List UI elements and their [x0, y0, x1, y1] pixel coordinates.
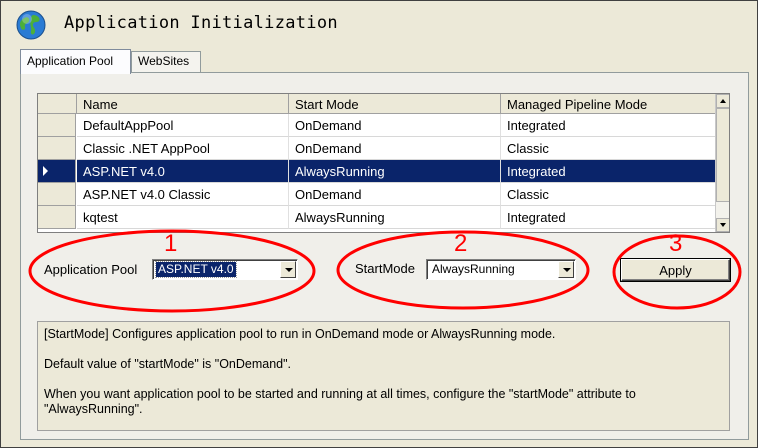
globe-icon	[16, 10, 46, 40]
application-pool-label: Application Pool	[44, 262, 138, 277]
row-header[interactable]	[38, 114, 76, 137]
startmode-label: StartMode	[355, 261, 415, 276]
window-header: Application Initialization	[1, 1, 757, 45]
table-row[interactable]: kqtest AlwaysRunning Integrated	[38, 206, 716, 229]
scroll-thumb[interactable]	[716, 108, 729, 202]
grid-vertical-scrollbar[interactable]	[715, 94, 729, 232]
cell-pipeline: Integrated	[501, 160, 716, 183]
startmode-select-value: AlwaysRunning	[432, 262, 515, 276]
column-header-name[interactable]: Name	[77, 94, 289, 114]
table-row-selected[interactable]: ASP.NET v4.0 AlwaysRunning Integrated	[38, 160, 716, 183]
chevron-down-icon	[285, 268, 293, 272]
column-header-start-mode[interactable]: Start Mode	[289, 94, 501, 114]
row-header[interactable]	[38, 183, 76, 206]
app-pool-grid[interactable]: Name Start Mode Managed Pipeline Mode De…	[37, 93, 730, 233]
row-header-corner	[38, 94, 77, 114]
arrow-down-icon	[720, 223, 726, 227]
cell-start-mode: AlwaysRunning	[289, 206, 501, 229]
cell-name: DefaultAppPool	[77, 114, 289, 137]
cell-pipeline: Classic	[501, 183, 716, 206]
window-title: Application Initialization	[64, 13, 338, 33]
row-header[interactable]	[38, 160, 76, 183]
application-pool-panel: Name Start Mode Managed Pipeline Mode De…	[20, 72, 749, 440]
cell-name: kqtest	[77, 206, 289, 229]
application-pool-select[interactable]: ASP.NET v4.0	[152, 259, 298, 280]
chevron-down-icon	[563, 268, 571, 272]
row-header[interactable]	[38, 137, 76, 160]
dropdown-button[interactable]	[280, 261, 296, 278]
table-row[interactable]: Classic .NET AppPool OnDemand Classic	[38, 137, 716, 160]
cell-pipeline: Classic	[501, 137, 716, 160]
cell-start-mode: AlwaysRunning	[289, 160, 501, 183]
table-row[interactable]: ASP.NET v4.0 Classic OnDemand Classic	[38, 183, 716, 206]
description-line: When you want application pool to be sta…	[44, 387, 636, 416]
cell-name: ASP.NET v4.0	[77, 160, 289, 183]
current-row-arrow-icon	[43, 166, 48, 176]
cell-pipeline: Integrated	[501, 114, 716, 137]
annotation-number: 1	[164, 230, 178, 257]
tab-application-pool[interactable]: Application Pool	[20, 49, 131, 74]
annotation-number: 3	[669, 230, 683, 257]
dropdown-button[interactable]	[558, 261, 574, 278]
description-line: Default value of "startMode" is "OnDeman…	[44, 357, 292, 371]
cell-pipeline: Integrated	[501, 206, 716, 229]
scroll-up-button[interactable]	[716, 94, 729, 108]
row-header[interactable]	[38, 206, 76, 229]
table-row[interactable]: DefaultAppPool OnDemand Integrated	[38, 114, 716, 137]
application-pool-select-value: ASP.NET v4.0	[155, 261, 237, 278]
cell-name: Classic .NET AppPool	[77, 137, 289, 160]
tab-websites[interactable]: WebSites	[131, 51, 201, 73]
app-init-window: Application Initialization Application P…	[0, 0, 758, 448]
arrow-up-icon	[720, 99, 726, 103]
cell-name: ASP.NET v4.0 Classic	[77, 183, 289, 206]
grid-header: Name Start Mode Managed Pipeline Mode	[38, 94, 716, 114]
column-header-pipeline-mode[interactable]: Managed Pipeline Mode	[501, 94, 716, 114]
apply-button[interactable]: Apply	[621, 259, 730, 281]
description-line: [StartMode] Configures application pool …	[44, 327, 556, 341]
cell-start-mode: OnDemand	[289, 137, 501, 160]
cell-start-mode: OnDemand	[289, 114, 501, 137]
scroll-down-button[interactable]	[716, 218, 729, 232]
startmode-select[interactable]: AlwaysRunning	[426, 259, 576, 280]
description-box: [StartMode] Configures application pool …	[37, 321, 730, 431]
annotation-number: 2	[454, 230, 468, 257]
cell-start-mode: OnDemand	[289, 183, 501, 206]
